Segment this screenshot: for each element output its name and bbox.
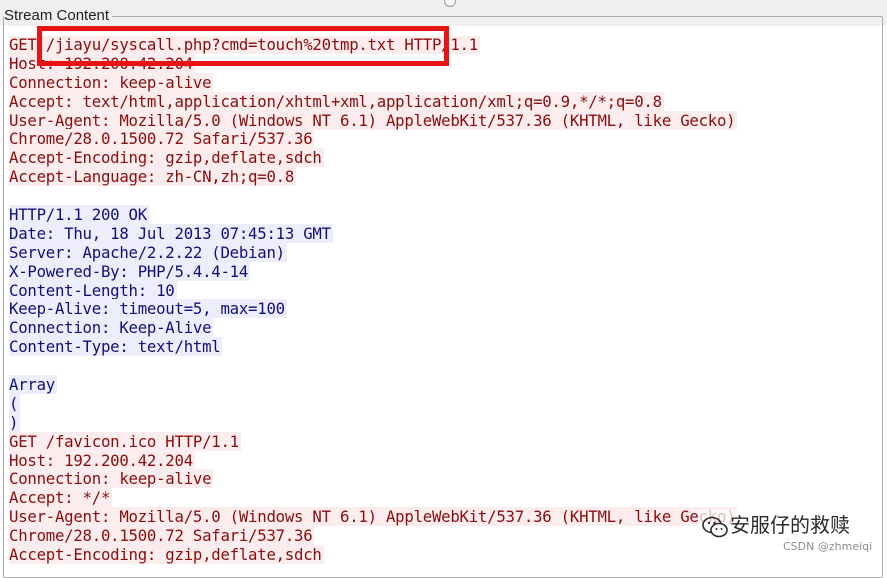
- splitter-handle[interactable]: [444, 0, 456, 7]
- stream-line: Chrome/28.0.1500.72 Safari/537.36: [9, 129, 315, 149]
- stream-line: Keep-Alive: timeout=5, max=100: [9, 299, 287, 319]
- stream-line: Host: 192.200.42.204: [9, 450, 195, 470]
- stream-line: Connection: keep-alive: [9, 72, 214, 92]
- wechat-icon: [702, 516, 728, 537]
- stream-line: Accept-Encoding: gzip,deflate,sdch: [9, 148, 324, 168]
- response-block-1: HTTP/1.1 200 OK Date: Thu, 18 Jul 2013 0…: [9, 205, 883, 357]
- request-block-2: GET /favicon.ico HTTP/1.1 Host: 192.200.…: [9, 431, 883, 564]
- stream-line: Content-Type: text/html: [9, 337, 223, 357]
- stream-line: X-Powered-By: PHP/5.4.4-14: [9, 261, 251, 281]
- stream-line: GET /favicon.ico HTTP/1.1: [9, 431, 241, 451]
- stream-line: User-Agent: Mozilla/5.0 (Windows NT 6.1)…: [9, 110, 738, 130]
- stream-line: Accept-Encoding: gzip,deflate,sdch: [9, 545, 324, 564]
- stream-line: Server: Apache/2.2.22 (Debian): [9, 242, 287, 262]
- stream-line: ): [9, 412, 21, 432]
- stream-line: (: [9, 393, 21, 413]
- watermark-text: 安服仔的救赎: [730, 513, 850, 537]
- highlight-box: [37, 26, 449, 66]
- panel-title: Stream Content: [4, 6, 113, 26]
- stream-line: Array: [9, 375, 57, 395]
- stream-text-area[interactable]: GET /jiayu/syscall.php?cmd=touch%20tmp.t…: [9, 36, 883, 564]
- stream-line: Accept: */*: [9, 488, 113, 508]
- stream-line: Connection: Keep-Alive: [9, 318, 214, 338]
- stream-line: Connection: keep-alive: [9, 469, 214, 489]
- stream-line: Accept-Language: zh-CN,zh;q=0.8: [9, 167, 297, 187]
- response-body-1: Array ( ): [9, 375, 883, 433]
- watermark: 安服仔的救赎: [698, 510, 854, 540]
- stream-line: Content-Length: 10: [9, 280, 177, 300]
- stream-line: Date: Thu, 18 Jul 2013 07:45:13 GMT: [9, 223, 333, 243]
- stream-line: Accept: text/html,application/xhtml+xml,…: [9, 91, 664, 111]
- stream-line: HTTP/1.1 200 OK: [9, 205, 149, 225]
- credit-label: CSDN @zhmeiqi: [781, 540, 875, 553]
